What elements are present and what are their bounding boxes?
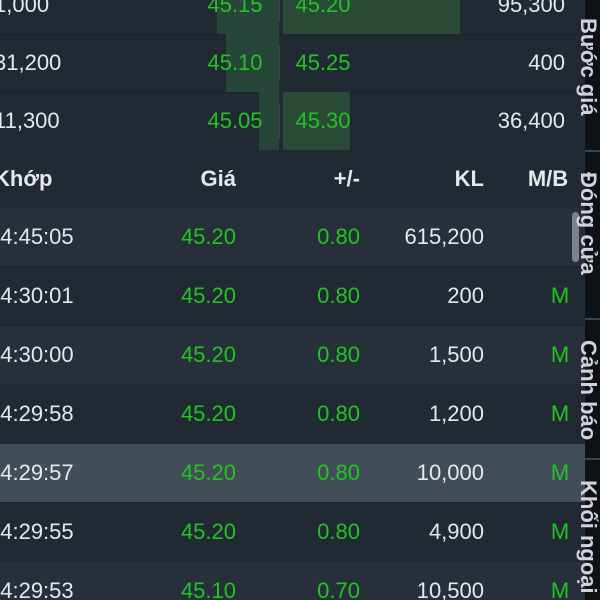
trade-row[interactable]: 14:45:05 45.20 0.80 615,200 xyxy=(0,208,585,267)
tab-label: Cảnh báo xyxy=(576,340,600,441)
trade-change: 0.80 xyxy=(317,342,360,367)
ask-volume: 36,400 xyxy=(497,108,565,133)
bid-price: 45.10 xyxy=(207,50,263,75)
trade-price: 45.20 xyxy=(180,401,236,426)
trade-side: M xyxy=(550,519,570,544)
trade-side: M xyxy=(550,460,570,485)
trade-time: 14:29:53 xyxy=(0,578,74,600)
trade-volume: 1,200 xyxy=(428,401,484,426)
tab-divider xyxy=(585,458,600,460)
order-book-row[interactable]: 31,200 45.10 45.25 400 xyxy=(0,34,585,93)
trade-change: 0.70 xyxy=(317,578,360,600)
trade-volume: 200 xyxy=(447,283,484,308)
trade-price: 45.10 xyxy=(180,578,236,600)
stock-detail-panel: 1,000 45.15 45.20 95,300 31,200 45.10 45.25 400… xyxy=(0,0,585,600)
tab-label: Bước giá xyxy=(576,18,600,116)
trade-volume: 615,200 xyxy=(404,224,484,249)
trade-time: 14:29:58 xyxy=(0,401,74,426)
trade-volume: 10,000 xyxy=(416,460,484,485)
header-side: M/B xyxy=(527,166,569,191)
trade-log-header: Khớp Giá +/- KL M/B xyxy=(0,150,585,208)
trade-side: M xyxy=(550,283,570,308)
trade-change: 0.80 xyxy=(317,460,360,485)
trade-side: M xyxy=(550,342,570,367)
header-change: +/- xyxy=(333,166,360,191)
header-volume: KL xyxy=(454,166,484,191)
trade-row[interactable]: 14:29:53 45.10 0.70 10,500 M xyxy=(0,562,585,600)
ask-price: 45.25 xyxy=(295,50,351,75)
trade-time: 14:29:57 xyxy=(0,460,74,485)
bid-volume: 11,300 xyxy=(0,108,60,133)
trade-price: 45.20 xyxy=(180,283,236,308)
ask-volume: 95,300 xyxy=(497,0,565,17)
trade-price: 45.20 xyxy=(180,519,236,544)
ask-price: 45.20 xyxy=(295,0,351,17)
trade-time: 14:30:00 xyxy=(0,342,74,367)
trade-volume: 1,500 xyxy=(428,342,484,367)
trade-time: 14:29:55 xyxy=(0,519,74,544)
trade-change: 0.80 xyxy=(317,401,360,426)
ask-volume: 400 xyxy=(528,50,565,75)
trade-change: 0.80 xyxy=(317,283,360,308)
side-tab-strip: Bước giá Đóng cửa Cảnh báo Khối ngoại xyxy=(576,0,600,600)
trade-price: 45.20 xyxy=(180,460,236,485)
tab-label: Khối ngoại xyxy=(576,480,600,594)
trade-row[interactable]: 14:29:58 45.20 0.80 1,200 M xyxy=(0,385,585,444)
trade-change: 0.80 xyxy=(317,224,360,249)
trade-row-selected[interactable]: 14:29:57 45.20 0.80 10,000 M xyxy=(0,444,585,503)
tab-divider xyxy=(585,150,600,152)
trade-volume: 10,500 xyxy=(416,578,484,600)
trade-side: M xyxy=(550,578,570,600)
trade-time: 14:30:01 xyxy=(0,283,74,308)
header-time: Khớp xyxy=(0,166,53,191)
trade-row[interactable]: 14:30:01 45.20 0.80 200 M xyxy=(0,267,585,326)
trade-price: 45.20 xyxy=(180,224,236,249)
bid-volume: 31,200 xyxy=(0,50,62,75)
trade-side: M xyxy=(550,401,570,426)
trade-row[interactable]: 14:30:00 45.20 0.80 1,500 M xyxy=(0,326,585,385)
price-separator xyxy=(279,0,280,22)
header-price: Giá xyxy=(200,166,236,191)
tab-label: Đóng cửa xyxy=(576,172,600,275)
bid-price: 45.05 xyxy=(207,108,263,133)
bid-volume: 1,000 xyxy=(0,0,50,17)
trade-change: 0.80 xyxy=(317,519,360,544)
trade-time: 14:45:05 xyxy=(0,224,74,249)
bid-price: 45.15 xyxy=(207,0,263,17)
price-separator xyxy=(279,46,280,80)
price-separator xyxy=(279,104,280,138)
trade-log-list[interactable]: 14:45:05 45.20 0.80 615,200 14:30:01 45.20 0.8… xyxy=(0,208,585,600)
tab-divider xyxy=(585,318,600,320)
trade-row[interactable]: 14:29:55 45.20 0.80 4,900 M xyxy=(0,503,585,562)
trade-volume: 4,900 xyxy=(428,519,484,544)
order-book-row[interactable]: 1,000 45.15 45.20 95,300 xyxy=(0,0,585,35)
ask-price: 45.30 xyxy=(295,108,351,133)
trade-price: 45.20 xyxy=(180,342,236,367)
order-book-row[interactable]: 11,300 45.05 45.30 36,400 xyxy=(0,92,585,151)
